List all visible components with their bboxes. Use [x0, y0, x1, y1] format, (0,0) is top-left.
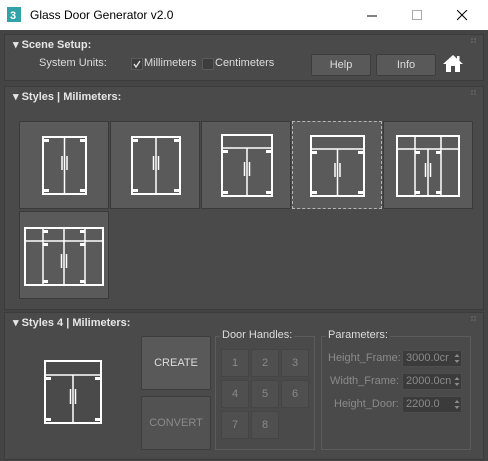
parameters-group: Parameters: Height_Frame: 3000.0cr Width…	[321, 329, 471, 450]
height-door-value: 2200.0	[406, 398, 440, 410]
grip-icon[interactable]	[471, 316, 477, 322]
handle-8-button[interactable]: 8	[251, 411, 279, 439]
spinner-arrows-icon[interactable]	[454, 353, 460, 364]
style-5-thumbnail[interactable]	[383, 121, 473, 209]
create-button[interactable]: CREATE	[141, 336, 211, 390]
current-style-rollout: ▾ Styles 4 | Milimeters: CREATE CONVERT …	[4, 312, 484, 460]
glass-door-style-6-icon	[24, 227, 104, 286]
minimize-button[interactable]	[350, 0, 395, 30]
style-3-thumbnail[interactable]	[201, 121, 291, 209]
title-bar: 3 Glass Door Generator v2.0	[0, 0, 488, 30]
style-preview-icon	[44, 360, 102, 424]
scene-setup-rollout: ▾ Scene Setup: System Units: Millimeters…	[4, 34, 484, 81]
height-frame-spinner[interactable]: 3000.0cr	[402, 350, 462, 367]
handle-4-button[interactable]: 4	[221, 380, 249, 408]
parameters-title: Parameters:	[326, 329, 390, 341]
close-icon	[457, 10, 468, 21]
glass-door-style-2-icon	[131, 136, 181, 195]
width-frame-value: 2000.0cn	[406, 375, 452, 387]
collapse-arrow-icon: ▾	[13, 39, 19, 51]
width-frame-label: Width_Frame:	[330, 375, 400, 387]
style-6-thumbnail[interactable]	[19, 211, 109, 299]
spinner-arrows-icon[interactable]	[454, 399, 460, 410]
handle-6-button[interactable]: 6	[281, 380, 309, 408]
centimeters-label: Centimeters	[215, 57, 275, 69]
millimeters-checkbox[interactable]	[131, 58, 143, 70]
style-2-thumbnail[interactable]	[110, 121, 200, 209]
window-title: Glass Door Generator v2.0	[30, 8, 174, 22]
close-button[interactable]	[440, 0, 485, 30]
scene-setup-header[interactable]: ▾ Scene Setup:	[13, 38, 91, 51]
grip-icon[interactable]	[471, 38, 477, 44]
help-button[interactable]: Help	[311, 54, 371, 76]
maximize-button[interactable]	[395, 0, 440, 30]
styles-header[interactable]: ▾ Styles | Milimeters:	[13, 90, 121, 103]
svg-text:3: 3	[10, 10, 16, 22]
styles-rollout: ▾ Styles | Milimeters:	[4, 86, 484, 310]
height-door-label: Height_Door:	[334, 398, 399, 410]
collapse-arrow-icon: ▾	[13, 91, 19, 103]
height-door-spinner[interactable]: 2200.0	[402, 396, 462, 413]
handle-5-button[interactable]: 5	[251, 380, 279, 408]
handle-7-button[interactable]: 7	[221, 411, 249, 439]
handle-2-button[interactable]: 2	[251, 349, 279, 377]
millimeters-label: Millimeters	[144, 57, 197, 69]
glass-door-style-4-icon	[310, 135, 365, 197]
glass-door-style-1-icon	[42, 136, 87, 195]
3dsmax-app-icon: 3	[7, 7, 21, 22]
checkmark-icon	[133, 60, 141, 69]
door-handles-title: Door Handles:	[220, 329, 295, 341]
glass-door-style-3-icon	[221, 134, 273, 197]
style-4-thumbnail[interactable]	[292, 121, 382, 209]
maximize-icon	[412, 10, 422, 20]
convert-button[interactable]: CONVERT	[141, 396, 211, 450]
height-frame-label: Height_Frame:	[328, 352, 401, 364]
centimeters-checkbox[interactable]	[202, 58, 214, 70]
home-icon[interactable]	[442, 53, 464, 74]
width-frame-spinner[interactable]: 2000.0cn	[402, 373, 462, 390]
handle-3-button[interactable]: 3	[281, 349, 309, 377]
grip-icon[interactable]	[471, 90, 477, 96]
collapse-arrow-icon: ▾	[13, 317, 19, 329]
handle-1-button[interactable]: 1	[221, 349, 249, 377]
spinner-arrows-icon[interactable]	[454, 376, 460, 387]
height-frame-value: 3000.0cr	[406, 352, 449, 364]
current-style-header[interactable]: ▾ Styles 4 | Milimeters:	[13, 316, 130, 329]
door-handles-group: Door Handles: 1 2 3 4 5 6 7 8	[215, 329, 315, 450]
minimize-icon	[367, 15, 377, 17]
style-1-thumbnail[interactable]	[19, 121, 109, 209]
info-button[interactable]: Info	[376, 54, 436, 76]
glass-door-style-5-icon	[396, 135, 460, 197]
system-units-label: System Units:	[39, 57, 107, 69]
